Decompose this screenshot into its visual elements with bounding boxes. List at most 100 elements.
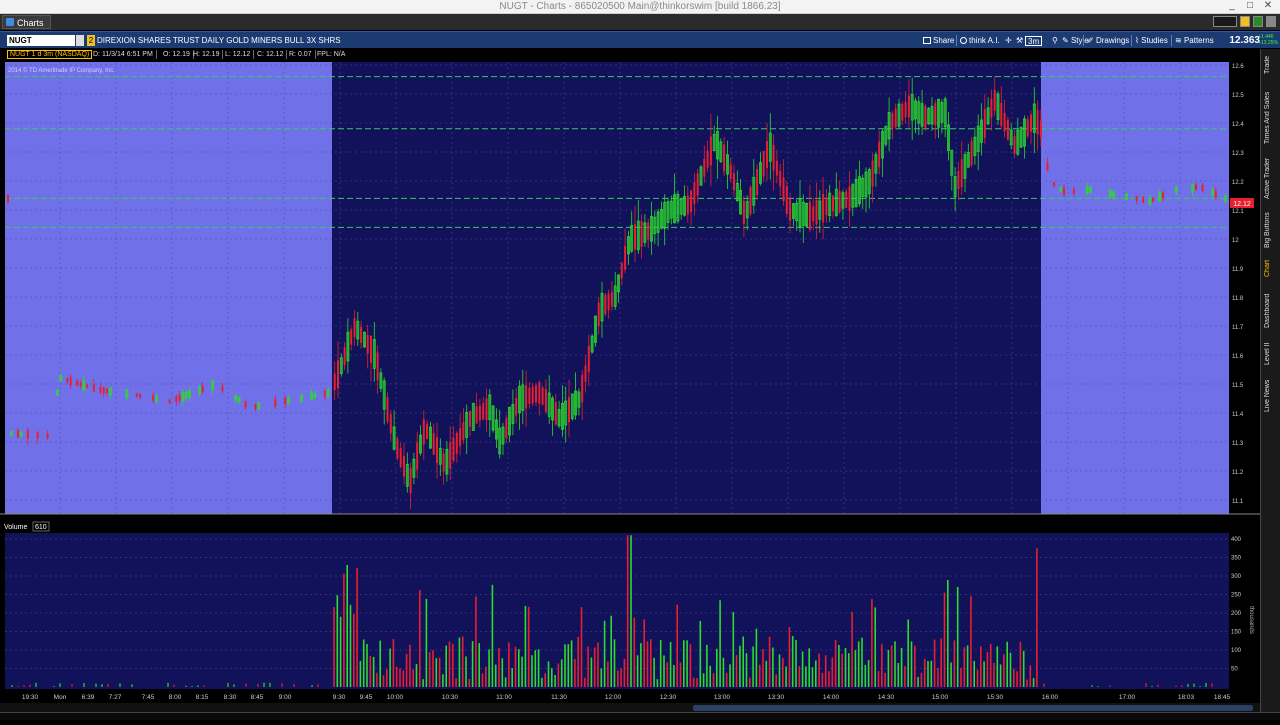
close-button[interactable]: ✕ xyxy=(1258,0,1278,11)
bar-open: O: 12.19 xyxy=(160,50,194,59)
think-ai-button[interactable]: think A.I. xyxy=(958,34,1002,47)
candle-body xyxy=(175,396,178,402)
chart-scrollbar[interactable] xyxy=(0,703,1260,712)
last-price: 12.363 xyxy=(1229,35,1260,46)
tab-charts[interactable]: Charts xyxy=(2,15,51,29)
candle-body xyxy=(76,380,79,386)
candle-body xyxy=(815,199,818,225)
candle-body xyxy=(772,144,775,171)
candle-body xyxy=(696,173,699,196)
candle-body xyxy=(706,150,709,168)
crosshair-icon[interactable]: ✛ xyxy=(1003,34,1014,47)
candle-body xyxy=(469,410,471,427)
candle-body xyxy=(389,414,392,434)
time-tick-label: 19:30 xyxy=(22,694,39,701)
chart-symbol-tag[interactable]: NUGT 1 d 3m (NASDAQ) xyxy=(7,50,93,59)
link-badge[interactable]: 2 xyxy=(87,35,95,46)
candle-body xyxy=(337,360,339,389)
bell-icon[interactable] xyxy=(1240,16,1250,27)
maximize-button[interactable]: □ xyxy=(1240,0,1260,11)
candle-body xyxy=(634,224,636,250)
candle-body xyxy=(541,387,544,405)
candle-body xyxy=(775,160,778,176)
candle-body xyxy=(99,387,102,393)
time-tick-label: 9:30 xyxy=(333,694,346,701)
candle-body xyxy=(353,317,356,337)
minimize-button[interactable]: _ xyxy=(1222,0,1242,11)
candle-body xyxy=(544,388,547,412)
candle-body xyxy=(825,197,828,216)
side-tab-chart[interactable]: Chart xyxy=(1264,257,1278,279)
side-tab-active-trader[interactable]: Active Trader xyxy=(1264,153,1278,203)
candle-body xyxy=(531,386,534,404)
candle-body xyxy=(366,334,369,354)
candle-body xyxy=(333,373,336,391)
time-tick-label: 11:00 xyxy=(496,694,512,701)
candle-body xyxy=(647,222,650,240)
candle-body xyxy=(515,398,518,416)
side-tab-dashboard[interactable]: Dashboard xyxy=(1264,289,1278,333)
time-tick-label: 11:30 xyxy=(551,694,567,701)
candle-body xyxy=(729,164,732,179)
candle-body xyxy=(604,294,607,315)
candle-body xyxy=(581,374,584,403)
side-tab-times-and-sales[interactable]: Times And Sales xyxy=(1264,87,1278,149)
symbol-dropdown-icon[interactable] xyxy=(76,35,84,46)
price-tick-label: 12.6 xyxy=(1232,64,1244,70)
bar-low: L: 12.12 xyxy=(222,50,255,59)
candle-body xyxy=(528,387,531,404)
candle-body xyxy=(607,293,610,311)
time-tick-label: 15:30 xyxy=(987,694,1004,701)
time-tick-label: 7:27 xyxy=(109,694,122,701)
candle-body xyxy=(482,403,485,420)
side-tab-big-buttons[interactable]: Big Buttons xyxy=(1264,209,1278,251)
scroll-thumb[interactable] xyxy=(693,705,1253,711)
window-titlebar: NUGT - Charts - 865020500 Main@thinkorsw… xyxy=(0,0,1280,14)
price-volume-chart[interactable]: 2014 © TD Ameritrade IP Company, Inc. 12… xyxy=(0,60,1260,720)
window-layout-button[interactable] xyxy=(1213,16,1237,27)
time-tick-label: 15:00 xyxy=(932,694,949,701)
symbol-input[interactable]: NUGT xyxy=(7,35,75,46)
candle-body xyxy=(970,141,973,165)
candle-body xyxy=(894,108,897,128)
candle-body xyxy=(904,101,907,118)
aggregation-select[interactable]: 3m xyxy=(1025,36,1043,46)
chart-area[interactable]: 2014 © TD Ameritrade IP Company, Inc. 12… xyxy=(0,60,1260,720)
share-label: Share xyxy=(933,36,955,45)
studies-button[interactable]: ⌇ Studies xyxy=(1133,34,1170,47)
symbol-description: DIREXION SHARES TRUST DAILY GOLD MINERS … xyxy=(97,36,341,45)
toolbar-separator xyxy=(1083,35,1084,46)
after-hours-shade xyxy=(1041,62,1229,514)
candle-body xyxy=(934,103,937,126)
candle-body xyxy=(201,385,204,392)
candle-body xyxy=(244,401,247,408)
candle-body xyxy=(26,430,29,439)
volume-header xyxy=(0,519,1260,533)
candle-body xyxy=(452,437,455,461)
drawings-button[interactable]: ✐ Drawings xyxy=(1085,34,1131,47)
candle-body xyxy=(1036,109,1039,135)
alerts-icon[interactable] xyxy=(1253,16,1263,27)
volume-pane xyxy=(5,533,1229,689)
side-tab-level-ii[interactable]: Level II xyxy=(1264,339,1278,369)
zoom-icon[interactable]: ⚲ xyxy=(1050,34,1060,47)
candle-body xyxy=(812,206,815,222)
candle-body xyxy=(1162,192,1164,199)
candle-body xyxy=(1003,112,1006,132)
candle-body xyxy=(106,388,108,394)
time-tick-label: 8:00 xyxy=(169,694,182,701)
side-tab-trade[interactable]: Trade xyxy=(1264,53,1278,77)
share-button[interactable]: Share xyxy=(921,34,956,47)
style-icon: ✎ xyxy=(1062,36,1069,45)
candle-body xyxy=(459,428,462,447)
side-tab-live-news[interactable]: Live News xyxy=(1264,375,1278,417)
candle-body xyxy=(462,422,465,441)
candle-body xyxy=(597,302,600,327)
candle-body xyxy=(1152,198,1155,202)
wrench-icon[interactable]: ⚒ xyxy=(1014,34,1025,47)
regular-session-shade xyxy=(332,62,1041,514)
candle-body xyxy=(7,195,9,202)
settings-icon[interactable] xyxy=(1266,16,1276,27)
patterns-button[interactable]: ≋ Patterns xyxy=(1173,34,1216,47)
candle-body xyxy=(432,433,435,455)
